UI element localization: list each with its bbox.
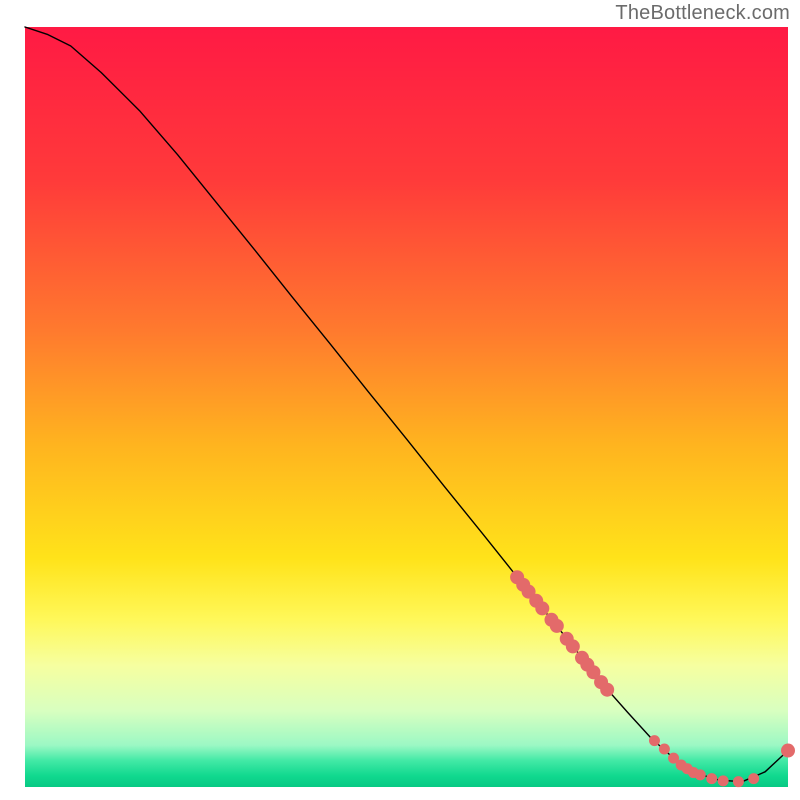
curve-marker — [695, 769, 706, 780]
curve-marker — [706, 773, 717, 784]
plot-background — [25, 27, 788, 787]
curve-marker — [649, 735, 660, 746]
curve-marker — [600, 683, 614, 697]
bottleneck-chart — [0, 0, 800, 800]
curve-marker — [748, 773, 759, 784]
curve-marker — [733, 776, 744, 787]
curve-end-marker — [781, 744, 795, 758]
curve-marker — [566, 639, 580, 653]
curve-marker — [659, 744, 670, 755]
curve-marker — [718, 775, 729, 786]
curve-marker — [535, 601, 549, 615]
curve-marker — [550, 619, 564, 633]
